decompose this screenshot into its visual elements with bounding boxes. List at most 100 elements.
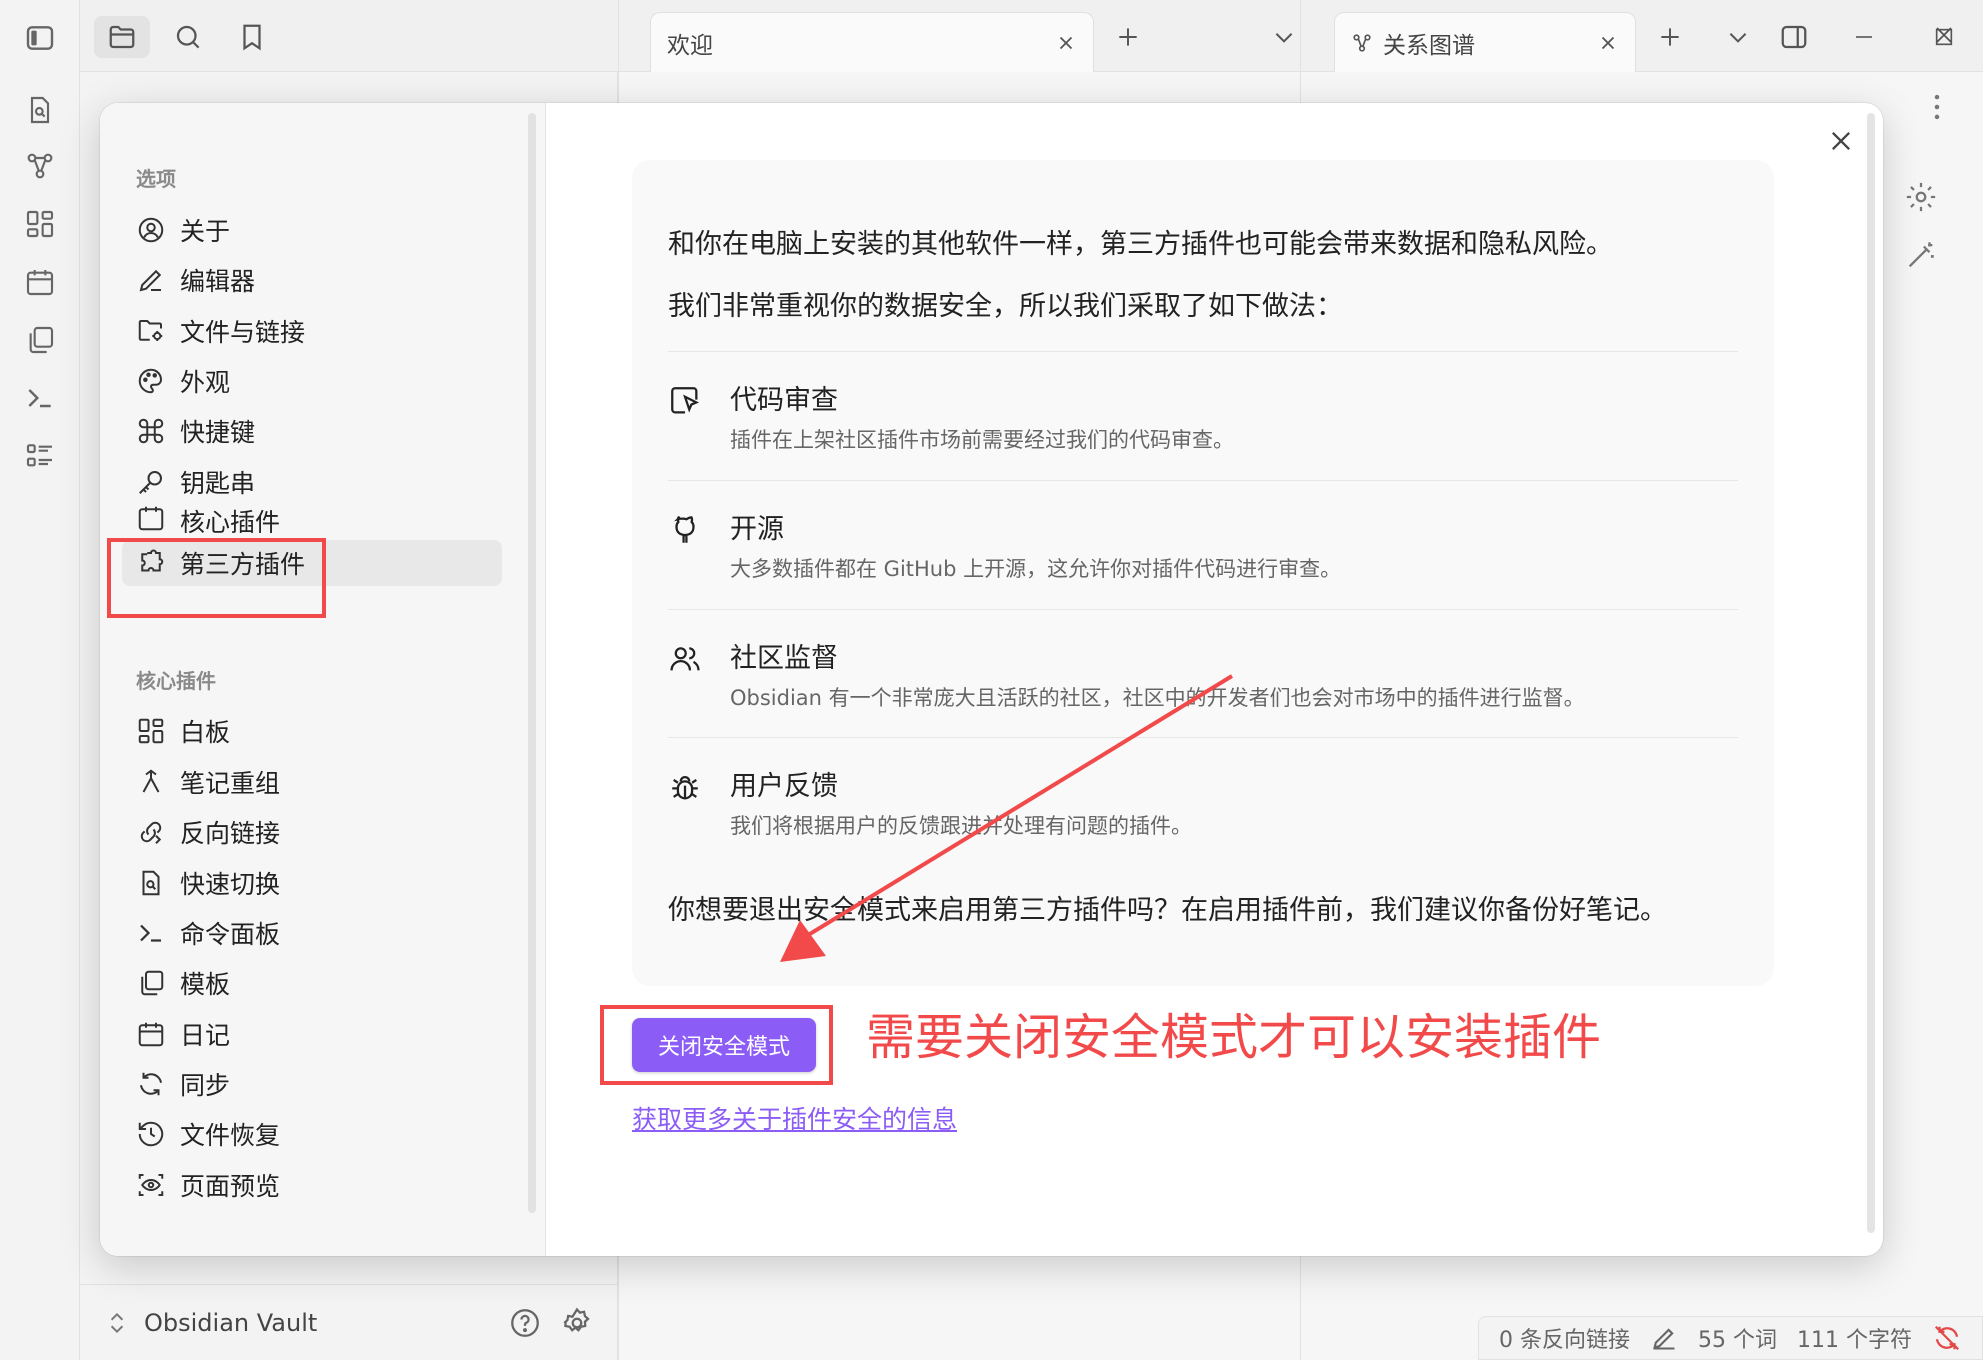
separator xyxy=(668,737,1738,738)
nav-item-quick-switcher[interactable]: 快速切换 xyxy=(122,860,502,906)
plus-icon xyxy=(1661,28,1679,46)
nav-item-hotkeys[interactable]: 快捷键 xyxy=(122,408,502,454)
folder-icon xyxy=(109,25,135,49)
code-review-icon xyxy=(668,384,702,418)
feature-desc: 我们将根据用户的反馈跟进并处理有问题的插件。 xyxy=(730,814,1192,838)
nav-heading-options: 选项 xyxy=(136,167,176,191)
sidebar-toggle-icon[interactable] xyxy=(24,22,56,54)
modal-close-button[interactable] xyxy=(1821,121,1861,161)
terminal-icon xyxy=(136,918,166,948)
nav-item-label: 页面预览 xyxy=(180,1172,281,1201)
nav-item-editor[interactable]: 编辑器 xyxy=(122,257,502,303)
backlink-icon xyxy=(136,817,166,847)
sync-error-icon[interactable] xyxy=(1932,1323,1962,1353)
command-palette-icon[interactable] xyxy=(24,382,56,414)
merge-icon xyxy=(136,767,166,797)
plugin-security-link[interactable]: 获取更多关于插件安全的信息 xyxy=(632,1100,957,1136)
pencil-icon xyxy=(136,265,166,295)
preview-icon xyxy=(136,1170,166,1200)
sidebar-right-icon xyxy=(1781,25,1807,49)
feature-title: 开源 xyxy=(730,514,784,545)
nav-item-page-preview[interactable]: 页面预览 xyxy=(122,1162,502,1208)
sync-icon xyxy=(136,1069,166,1099)
new-tab-button[interactable] xyxy=(1100,16,1156,58)
close-icon xyxy=(1832,132,1850,150)
quick-switcher-icon[interactable] xyxy=(24,94,56,126)
left-ribbon xyxy=(0,0,80,1360)
nav-item-label: 日记 xyxy=(180,1021,231,1050)
feature-feedback: 用户反馈 我们将根据用户的反馈跟进并处理有问题的插件。 xyxy=(668,764,1738,854)
nav-item-label: 外观 xyxy=(180,368,231,397)
palette-icon xyxy=(136,366,166,396)
close-tab-icon[interactable] xyxy=(1597,32,1619,54)
vault-name: Obsidian Vault xyxy=(144,1308,318,1337)
file-explorer-button[interactable] xyxy=(94,16,150,58)
graph-settings-icon[interactable] xyxy=(1904,180,1938,214)
nav-item-about[interactable]: 关于 xyxy=(122,207,502,253)
status-bar: 0 条反向链接 55 个词 111 个字符 xyxy=(1478,1316,1983,1360)
more-options-icon[interactable] xyxy=(1920,90,1954,124)
safety-info-card: 和你在电脑上安装的其他软件一样，第三方插件也可能会带来数据和隐私风险。 我们非常… xyxy=(632,160,1774,986)
separator xyxy=(668,480,1738,481)
nav-item-command-palette[interactable]: 命令面板 xyxy=(122,910,502,956)
help-icon[interactable] xyxy=(508,1306,542,1340)
bookmarks-button[interactable] xyxy=(224,16,280,58)
nav-item-label: 编辑器 xyxy=(180,267,256,296)
nav-item-sync[interactable]: 同步 xyxy=(122,1061,502,1107)
nav-item-core-plugins[interactable]: 核心插件 xyxy=(122,499,502,533)
tab-list-button-right[interactable] xyxy=(1710,16,1766,58)
vault-switcher[interactable]: Obsidian Vault xyxy=(80,1284,618,1360)
plus-icon xyxy=(1119,28,1137,46)
window-close-button[interactable] xyxy=(1916,14,1972,56)
word-count: 55 个词 xyxy=(1698,1328,1777,1353)
nav-item-daily-notes[interactable]: 日记 xyxy=(122,1011,502,1057)
feature-title: 代码审查 xyxy=(730,385,838,416)
file-search-icon xyxy=(136,868,166,898)
command-icon xyxy=(136,416,166,446)
nav-item-label: 同步 xyxy=(180,1071,231,1100)
content-scrollbar[interactable] xyxy=(1867,113,1875,1233)
calendar-plugin-icon xyxy=(136,503,166,533)
feature-desc: Obsidian 有一个非常庞大且活跃的社区，社区中的开发者们也会对市场中的插件… xyxy=(730,686,1585,710)
nav-item-canvas[interactable]: 白板 xyxy=(122,708,502,754)
settings-gear-icon[interactable] xyxy=(560,1306,594,1340)
graph-tab-icon xyxy=(1351,32,1373,54)
nav-heading-core-plugins: 核心插件 xyxy=(136,669,216,693)
backlink-count[interactable]: 0 条反向链接 xyxy=(1499,1322,1630,1354)
intro-text-2: 我们非常重视你的数据安全，所以我们采取了如下做法： xyxy=(668,291,1343,322)
tab-welcome[interactable]: 欢迎 xyxy=(650,12,1094,72)
daily-note-icon[interactable] xyxy=(24,266,56,298)
nav-item-templates[interactable]: 模板 xyxy=(122,960,502,1006)
tab-list-button[interactable] xyxy=(1256,16,1312,58)
nav-item-backlinks[interactable]: 反向链接 xyxy=(122,809,502,855)
feature-title: 用户反馈 xyxy=(730,771,838,802)
outline-icon[interactable] xyxy=(24,440,56,472)
chevron-down-icon xyxy=(1275,33,1293,43)
close-tab-icon[interactable] xyxy=(1055,32,1077,54)
edit-mode-icon[interactable] xyxy=(1650,1324,1678,1352)
search-button[interactable] xyxy=(160,16,216,58)
annotation-box-nav xyxy=(107,538,326,618)
nav-item-appearance[interactable]: 外观 xyxy=(122,358,502,404)
nav-item-label: 模板 xyxy=(180,970,231,999)
nav-scrollbar[interactable] xyxy=(528,113,536,1213)
minimize-button[interactable] xyxy=(1836,16,1892,58)
chevron-updown-icon xyxy=(110,1312,124,1333)
templates-icon[interactable] xyxy=(24,324,56,356)
safe-mode-question: 你想要退出安全模式来启用第三方插件吗？在启用插件前，我们建议你备份好笔记。 xyxy=(668,895,1667,926)
tab-graph[interactable]: 关系图谱 xyxy=(1334,12,1636,72)
nav-item-files-links[interactable]: 文件与链接 xyxy=(122,308,502,354)
annotation-box-button xyxy=(600,1005,833,1085)
tab-graph-label: 关系图谱 xyxy=(1383,32,1475,59)
feature-desc: 插件在上架社区插件市场前需要经过我们的代码审查。 xyxy=(730,428,1234,452)
nav-item-note-composer[interactable]: 笔记重组 xyxy=(122,759,502,805)
new-tab-button-right[interactable] xyxy=(1642,16,1698,58)
graph-view-icon[interactable] xyxy=(24,150,56,182)
right-sidebar-toggle[interactable] xyxy=(1766,16,1822,58)
canvas-icon[interactable] xyxy=(24,208,56,240)
nav-item-file-recovery[interactable]: 文件恢复 xyxy=(122,1111,502,1157)
magic-wand-icon[interactable] xyxy=(1904,238,1938,272)
char-count: 111 个字符 xyxy=(1797,1328,1912,1353)
separator xyxy=(668,609,1738,610)
feature-community: 社区监督 Obsidian 有一个非常庞大且活跃的社区，社区中的开发者们也会对市… xyxy=(668,636,1738,726)
